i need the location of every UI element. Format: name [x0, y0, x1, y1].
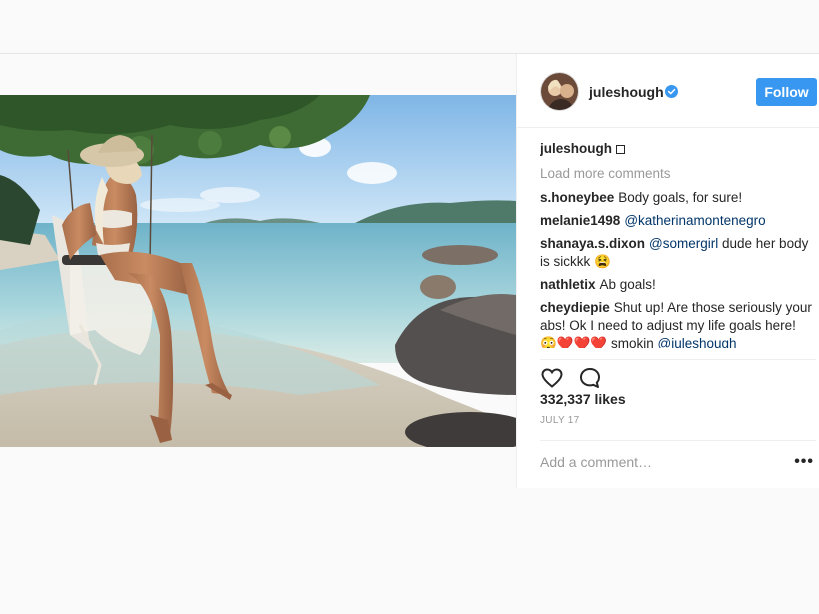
avatar[interactable]	[540, 72, 579, 111]
comment-mention[interactable]: @somergirl	[649, 236, 718, 251]
comments-list: juleshough Load more comments s.honeybee…	[540, 140, 816, 348]
comment-username[interactable]: shanaya.s.dixon	[540, 236, 645, 251]
comment-username[interactable]: melanie1498	[540, 213, 620, 228]
post-photo[interactable]	[0, 95, 516, 447]
action-bar	[540, 359, 816, 388]
caption-box-icon	[616, 144, 625, 154]
comment-mention[interactable]: @juleshough	[658, 336, 737, 348]
caption-username[interactable]: juleshough	[540, 140, 612, 158]
post-header: juleshough Follow	[517, 54, 819, 128]
comment-item: nathletix Ab goals!	[540, 276, 816, 294]
comment-text: Ab goals!	[599, 277, 656, 292]
load-more-comments-link[interactable]: Load more comments	[540, 165, 816, 183]
add-comment-input[interactable]	[540, 454, 770, 470]
comment-mention[interactable]: @katherinamontenegro	[624, 213, 765, 228]
more-options-icon[interactable]: •••	[794, 453, 814, 471]
comment-text: Body goals, for sure!	[618, 190, 743, 205]
photo-area	[0, 54, 516, 488]
post-date[interactable]: JULY 17	[540, 415, 580, 426]
comment-item: shanaya.s.dixon @somergirl dude her body …	[540, 235, 816, 271]
comment-icon[interactable]	[578, 366, 602, 390]
post-container: juleshough Follow juleshough Load more c…	[0, 53, 819, 488]
post-sidebar: juleshough Follow juleshough Load more c…	[516, 54, 819, 488]
caption: juleshough	[540, 140, 816, 158]
comment-item: cheydiepie Shut up! Are those seriously y…	[540, 299, 816, 348]
comment-username[interactable]: cheydiepie	[540, 300, 610, 315]
likes-count[interactable]: 332,337 likes	[540, 391, 626, 407]
comment-item: s.honeybee Body goals, for sure!	[540, 189, 816, 207]
comment-item: melanie1498 @katherinamontenegro	[540, 212, 816, 230]
avatar-image	[541, 73, 578, 110]
heart-icon[interactable]	[540, 366, 564, 390]
comment-username[interactable]: nathletix	[540, 277, 596, 292]
follow-button[interactable]: Follow	[756, 78, 817, 106]
comment-username[interactable]: s.honeybee	[540, 190, 614, 205]
add-comment-section: •••	[540, 440, 816, 486]
verified-badge-icon	[665, 85, 678, 98]
post-username[interactable]: juleshough	[589, 84, 664, 100]
